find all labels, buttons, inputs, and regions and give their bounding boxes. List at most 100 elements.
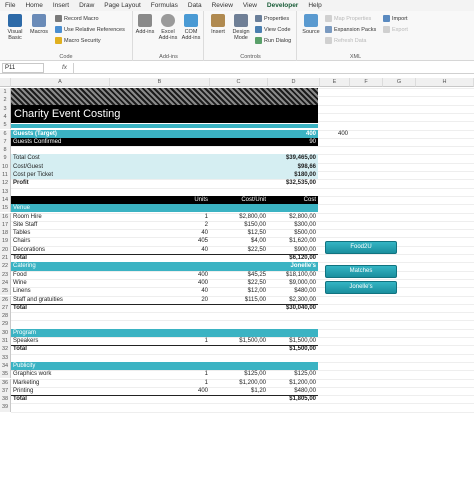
column-header-b[interactable]: B <box>110 78 210 87</box>
macros-button[interactable]: Macros <box>28 14 50 35</box>
item-cost[interactable]: $300,00 <box>262 221 316 229</box>
total-label[interactable]: Total <box>13 395 73 403</box>
item-units[interactable]: 1 <box>168 370 208 378</box>
cell[interactable]: $180,00 <box>262 171 316 179</box>
item-label[interactable]: Decorations <box>13 246 133 254</box>
row-header[interactable]: 4 <box>0 112 11 122</box>
formula-input[interactable] <box>73 62 471 73</box>
cell[interactable]: Total Cost <box>13 154 133 162</box>
row-header[interactable]: 12 <box>0 179 11 188</box>
item-units[interactable]: 1 <box>168 213 208 221</box>
item-units[interactable]: 1 <box>168 337 208 345</box>
row-header[interactable]: 16 <box>0 212 11 221</box>
excel-addins-button[interactable]: Excel Add-ins <box>157 14 179 41</box>
item-cost[interactable]: $9,000,00 <box>262 279 316 287</box>
section-title[interactable]: Publicity <box>13 362 93 370</box>
row-header[interactable]: 7 <box>0 137 11 147</box>
record-macro-button[interactable]: Record Macro <box>55 15 99 22</box>
item-unit-cost[interactable]: $22,50 <box>212 246 266 254</box>
item-unit-cost[interactable]: $2,800,00 <box>212 213 266 221</box>
item-label[interactable]: Speakers <box>13 337 133 345</box>
menu-help[interactable]: Help <box>303 0 326 11</box>
row-header[interactable]: 31 <box>0 337 11 346</box>
item-units[interactable]: 1 <box>168 379 208 387</box>
macro-button-jonelles[interactable]: Jonelle's <box>325 280 397 294</box>
addins-button[interactable]: Add-ins <box>134 14 156 35</box>
total-value[interactable]: $30,040,00 <box>262 304 316 312</box>
item-unit-cost[interactable]: $1,500,00 <box>212 337 266 345</box>
row-header[interactable]: 17 <box>0 220 11 230</box>
item-cost[interactable]: $480,00 <box>262 387 316 395</box>
menu-view[interactable]: View <box>238 0 262 11</box>
row-header[interactable]: 20 <box>0 245 11 254</box>
run-dialog-button[interactable]: Run Dialog <box>255 37 291 44</box>
item-cost[interactable]: $1,200,00 <box>262 379 316 387</box>
row-header[interactable]: 28 <box>0 312 11 321</box>
item-cost[interactable]: $480,00 <box>262 287 316 295</box>
menu-review[interactable]: Review <box>207 0 238 11</box>
item-cost[interactable]: $900,00 <box>262 246 316 254</box>
item-label[interactable]: Food <box>13 271 133 279</box>
cell[interactable]: 90 <box>262 138 316 146</box>
import-button[interactable]: Import <box>383 15 408 22</box>
function-icon[interactable]: fx <box>62 64 67 71</box>
item-units[interactable]: 400 <box>168 387 208 395</box>
total-value[interactable]: $6,120,00 <box>262 254 316 262</box>
item-units[interactable]: 400 <box>168 279 208 287</box>
item-label[interactable]: Printing <box>13 387 133 395</box>
row-header[interactable]: 23 <box>0 270 11 279</box>
column-header-c[interactable]: C <box>210 78 268 87</box>
row-header[interactable]: 22 <box>0 262 11 271</box>
column-header-h[interactable]: H <box>416 78 474 87</box>
item-units[interactable]: 40 <box>168 246 208 254</box>
item-label[interactable]: Site Staff <box>13 221 133 229</box>
row-header[interactable]: 36 <box>0 378 11 387</box>
row-header[interactable]: 6 <box>0 129 11 138</box>
menu-home[interactable]: Home <box>20 0 47 11</box>
item-unit-cost[interactable]: $4,00 <box>212 237 266 245</box>
item-unit-cost[interactable]: $1,200,00 <box>212 379 266 387</box>
section-title[interactable]: Venue <box>13 204 93 212</box>
row-header[interactable]: 26 <box>0 295 11 304</box>
item-label[interactable]: Linens <box>13 287 133 295</box>
item-unit-cost[interactable]: $22,50 <box>212 279 266 287</box>
row-header[interactable]: 32 <box>0 345 11 354</box>
export-button[interactable]: Export <box>383 26 408 33</box>
row-header[interactable]: 1 <box>0 88 11 97</box>
row-header[interactable]: 14 <box>0 195 11 205</box>
row-header[interactable]: 13 <box>0 187 11 196</box>
row-header[interactable]: 19 <box>0 237 11 246</box>
row-header[interactable]: 10 <box>0 162 11 171</box>
select-all-corner[interactable] <box>0 78 11 87</box>
row-header[interactable]: 29 <box>0 320 11 329</box>
cell[interactable]: 400 <box>262 130 316 138</box>
row-header[interactable]: 18 <box>0 229 11 238</box>
cell[interactable]: $98,66 <box>262 163 316 171</box>
row-header[interactable]: 34 <box>0 361 11 371</box>
row-header[interactable]: 5 <box>0 121 11 130</box>
design-mode-button[interactable]: Design Mode <box>230 14 252 41</box>
item-label[interactable]: Chairs <box>13 237 133 245</box>
item-label[interactable]: Marketing <box>13 379 133 387</box>
cell[interactable]: Guests (Target) <box>13 130 133 138</box>
menu-page-layout[interactable]: Page Layout <box>99 0 146 11</box>
source-button[interactable]: Source <box>300 14 322 35</box>
item-unit-cost[interactable]: $1,20 <box>212 387 266 395</box>
menu-draw[interactable]: Draw <box>74 0 99 11</box>
item-label[interactable]: Staff and gratuities <box>13 296 133 304</box>
row-header[interactable]: 3 <box>0 104 11 113</box>
macro-button-food2u[interactable]: Food2U <box>325 241 397 255</box>
menu-formulas[interactable]: Formulas <box>146 0 183 11</box>
row-header[interactable]: 11 <box>0 171 11 180</box>
item-unit-cost[interactable]: $115,00 <box>212 296 266 304</box>
item-units[interactable]: 40 <box>168 229 208 237</box>
item-cost[interactable]: $18,100,00 <box>262 271 316 279</box>
refresh-data-button[interactable]: Refresh Data <box>325 37 366 44</box>
item-units[interactable]: 40 <box>168 287 208 295</box>
total-label[interactable]: Total <box>13 254 73 262</box>
name-box[interactable]: P11 <box>2 62 44 73</box>
item-unit-cost[interactable]: $45,25 <box>212 271 266 279</box>
cell[interactable]: Cost/Unit <box>222 196 266 204</box>
item-cost[interactable]: $1,500,00 <box>262 337 316 345</box>
item-cost[interactable]: $1,620,00 <box>262 237 316 245</box>
